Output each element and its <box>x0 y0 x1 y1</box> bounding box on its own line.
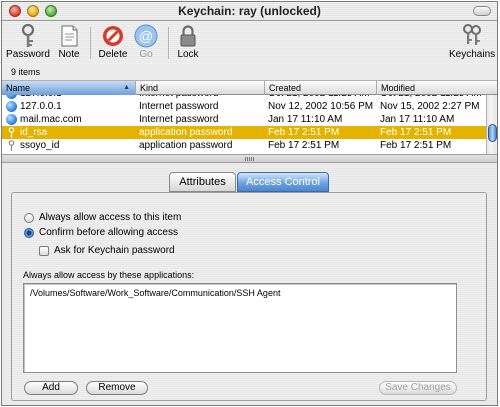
table-scrollbar[interactable] <box>486 95 497 154</box>
delete-button-label: Delete <box>98 49 128 60</box>
apps-list-label: Always allow access by these application… <box>23 270 195 280</box>
items-table: 127.0.0.1 Internet password Oct 21, 2002… <box>2 81 497 154</box>
go-icon: @ <box>133 23 159 49</box>
table-row[interactable]: id_rsa application password Feb 17 2:51 … <box>2 126 486 139</box>
svg-text:@: @ <box>139 28 153 44</box>
password-button-label: Password <box>6 49 50 60</box>
minimize-window-icon[interactable] <box>27 5 39 17</box>
column-header-label: Created <box>269 83 302 93</box>
sort-ascending-icon: ▲ <box>123 84 130 91</box>
items-table-body: 127.0.0.1 Internet password Oct 21, 2002… <box>2 89 486 154</box>
tab-attributes[interactable]: Attributes <box>169 172 236 192</box>
delete-icon <box>100 23 126 49</box>
confirm-label: Confirm before allowing access <box>39 227 178 238</box>
row-created: Feb 17 2:51 PM <box>268 140 340 151</box>
go-button[interactable]: @ Go <box>133 23 159 63</box>
key-icon <box>6 127 17 138</box>
window-title: Keychain: ray (unlocked) <box>178 4 321 18</box>
title-bar[interactable]: Keychain: ray (unlocked) <box>2 2 497 21</box>
row-name: id_rsa <box>20 127 48 138</box>
close-window-icon[interactable] <box>9 5 21 17</box>
column-header-label: Kind <box>140 83 159 93</box>
keychain-window: Keychain: ray (unlocked) Password Note D… <box>1 1 498 406</box>
row-kind: application password <box>139 140 233 151</box>
lock-button-label: Lock <box>177 49 199 60</box>
item-count: 9 items <box>2 64 497 81</box>
confirm-radio[interactable] <box>24 228 34 238</box>
note-button[interactable]: Note <box>54 23 84 63</box>
row-kind: application password <box>139 127 233 138</box>
row-kind: Internet password <box>139 101 219 112</box>
detail-area: Attributes Access Control Always allow a… <box>2 163 497 405</box>
key-icon <box>15 23 41 49</box>
row-created: Jan 17 11:10 AM <box>268 114 343 125</box>
pane-splitter[interactable] <box>2 154 497 163</box>
table-row[interactable]: ssoyo_id application password Feb 17 2:5… <box>2 139 486 152</box>
column-header-label: Modified <box>381 83 416 93</box>
toolbar-toggle-button[interactable] <box>473 6 491 16</box>
save-changes-button[interactable]: Save Changes <box>379 381 457 395</box>
column-header-label: Name <box>6 83 31 93</box>
column-header-kind[interactable]: Kind <box>136 81 265 95</box>
always-allow-radio[interactable] <box>24 213 34 223</box>
row-created: Feb 17 2:51 PM <box>268 127 340 138</box>
table-row[interactable]: 127.0.0.1 Internet password Nov 12, 2002… <box>2 100 486 113</box>
row-name: mail.mac.com <box>20 114 82 125</box>
apps-list[interactable]: /Volumes/Software/Work_Software/Communic… <box>23 283 457 373</box>
row-name: ssoyo_id <box>20 140 60 151</box>
toolbar-separator <box>168 27 169 59</box>
row-modified: Feb 17 2:51 PM <box>380 127 452 138</box>
tab-access-control[interactable]: Access Control <box>237 172 329 192</box>
globe-icon <box>6 101 17 112</box>
keychains-icon <box>459 23 485 49</box>
row-modified: Jan 17 11:10 AM <box>380 114 455 125</box>
ask-password-label: Ask for Keychain password <box>54 245 175 256</box>
row-name: 127.0.0.1 <box>20 101 62 112</box>
row-modified: Nov 15, 2002 2:27 PM <box>380 101 480 112</box>
globe-icon <box>6 114 17 125</box>
always-allow-label: Always allow access to this item <box>39 212 182 223</box>
password-button[interactable]: Password <box>6 23 50 63</box>
row-kind: Internet password <box>139 114 219 125</box>
table-header: Name ▲ Kind Created Modified <box>2 81 497 95</box>
column-header-created[interactable]: Created <box>265 81 377 95</box>
row-modified: Feb 17 2:51 PM <box>380 140 452 151</box>
key-icon <box>6 140 17 151</box>
lock-icon <box>175 23 201 49</box>
note-button-label: Note <box>58 49 80 60</box>
column-header-modified[interactable]: Modified <box>377 81 497 95</box>
list-item[interactable]: /Volumes/Software/Work_Software/Communic… <box>30 288 280 299</box>
keychains-button[interactable]: Keychains <box>449 23 495 63</box>
toolbar: Password Note Delete @ Go Lock Keychains <box>2 21 497 64</box>
remove-button[interactable]: Remove <box>86 381 148 395</box>
column-header-name[interactable]: Name ▲ <box>2 81 136 95</box>
lock-button[interactable]: Lock <box>174 23 202 63</box>
row-created: Nov 12, 2002 10:56 PM <box>268 101 374 112</box>
splitter-grip-icon[interactable] <box>245 157 254 161</box>
toolbar-separator <box>90 27 91 59</box>
keychains-button-label: Keychains <box>449 49 496 60</box>
delete-button[interactable]: Delete <box>96 23 130 63</box>
table-row[interactable]: mail.mac.com Internet password Jan 17 11… <box>2 113 486 126</box>
add-button[interactable]: Add <box>24 381 78 395</box>
ask-password-checkbox[interactable] <box>39 246 49 256</box>
zoom-window-icon[interactable] <box>45 5 57 17</box>
go-button-label: Go <box>139 49 153 60</box>
access-control-panel: Always allow access to this item Confirm… <box>11 192 487 401</box>
note-icon <box>56 23 82 49</box>
table-scroll-thumb[interactable] <box>488 124 497 142</box>
